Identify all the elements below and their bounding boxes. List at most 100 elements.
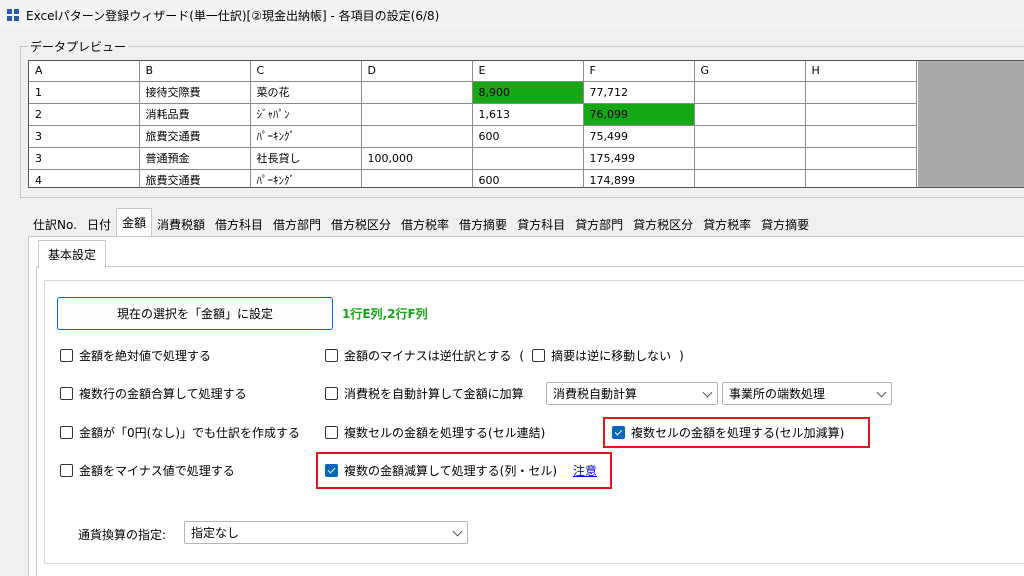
absolute-value-checkbox[interactable]: 金額を絶対値で処理する	[60, 347, 211, 364]
zero-yen-box[interactable]	[60, 426, 73, 439]
no-move-summary-box[interactable]	[532, 349, 546, 362]
tab-item[interactable]: 貸方科目	[512, 212, 570, 236]
grid-cell[interactable]	[805, 169, 917, 187]
multi-subtract-box[interactable]	[325, 464, 338, 477]
note-link[interactable]: 注意	[573, 462, 597, 479]
tab-item[interactable]: 貸方部門	[570, 212, 628, 236]
absolute-value-box[interactable]	[60, 349, 73, 362]
table-row: 3 普通預金 社長貸し 100,000 175,499	[29, 147, 917, 170]
negative-value-box[interactable]	[60, 464, 73, 477]
no-move-summary-label[interactable]: 摘要は逆に移動しない	[551, 347, 671, 364]
grid-cell[interactable]: 消耗品費	[139, 103, 251, 126]
auto-tax-box[interactable]	[325, 387, 338, 400]
tab-item[interactable]: 日付	[82, 212, 116, 236]
column-header[interactable]: B	[139, 61, 251, 82]
grid-cell[interactable]	[694, 103, 806, 126]
tab-item[interactable]: 貸方税区分	[628, 212, 698, 236]
zero-yen-checkbox[interactable]: 金額が「0円(なし)」でも仕訳を作成する	[60, 424, 300, 441]
grid-cell[interactable]: 3	[29, 125, 140, 148]
tab-item[interactable]: 借方税区分	[326, 212, 396, 236]
grid-cell[interactable]: 旅費交通費	[139, 169, 251, 187]
tab-item[interactable]: 借方部門	[268, 212, 326, 236]
tab-item[interactable]: 借方摘要	[454, 212, 512, 236]
grid-cell[interactable]: 4	[29, 169, 140, 187]
grid-header-row: ABCDEFGH	[29, 61, 917, 82]
grid-cell[interactable]: 社長貸し	[250, 147, 362, 170]
tab-item[interactable]: 仕訳No.	[28, 212, 82, 236]
negative-reverse-label[interactable]: 金額のマイナスは逆仕訳とする	[344, 347, 511, 364]
grid-cell[interactable]	[694, 169, 806, 187]
currency-select[interactable]: 指定なし	[184, 521, 468, 544]
column-header[interactable]: G	[694, 61, 806, 82]
tab-item[interactable]: 貸方税率	[698, 212, 756, 236]
multi-subtract-label[interactable]: 複数の金額減算して処理する(列・セル)	[344, 462, 557, 479]
multi-row-sum-checkbox[interactable]: 複数行の金額合算して処理する	[60, 385, 247, 402]
grid-cell[interactable]: 175,499	[583, 147, 695, 170]
auto-tax-label: 消費税を自動計算して金額に加算	[344, 387, 524, 401]
tab-item[interactable]: 借方科目	[210, 212, 268, 236]
grid-cell[interactable]	[805, 125, 917, 148]
grid-cell[interactable]: 接待交際費	[139, 81, 251, 104]
data-preview-grid[interactable]: A B C D E F G H 1 接待交際費 菜の花 8,900 77,712 2 消耗品費 ｼﾞｬﾊﾟﾝ 1…	[28, 60, 1024, 188]
column-header[interactable]: D	[361, 61, 473, 82]
grid-cell[interactable]	[805, 81, 917, 104]
grid-cell[interactable]	[805, 103, 917, 126]
multi-cell-addsub-box[interactable]	[612, 426, 625, 439]
column-header[interactable]: A	[29, 61, 140, 82]
grid-cell[interactable]	[472, 147, 584, 170]
tab-item[interactable]: 貸方摘要	[756, 212, 814, 236]
grid-cell[interactable]	[694, 81, 806, 104]
negative-value-label: 金額をマイナス値で処理する	[79, 464, 235, 478]
column-header[interactable]: C	[250, 61, 362, 82]
grid-cell[interactable]: 77,712	[583, 81, 695, 104]
table-row: 2 消耗品費 ｼﾞｬﾊﾟﾝ 1,613 76,099	[29, 103, 917, 126]
grid-cell[interactable]: 174,899	[583, 169, 695, 187]
column-header[interactable]: H	[805, 61, 917, 82]
chevron-down-icon	[702, 387, 713, 398]
grid-cell[interactable]: 菜の花	[250, 81, 362, 104]
tab-item[interactable]: 消費税額	[152, 212, 210, 236]
grid-cell[interactable]: 1,613	[472, 103, 584, 126]
grid-cell[interactable]: 普通預金	[139, 147, 251, 170]
grid-cell[interactable]	[361, 103, 473, 126]
column-header[interactable]: F	[583, 61, 695, 82]
grid-cell[interactable]: ﾊﾟｰｷﾝｸﾞ	[250, 125, 362, 148]
column-header[interactable]: E	[472, 61, 584, 82]
multi-cell-addsub-checkbox[interactable]: 複数セルの金額を処理する(セル加減算)	[612, 424, 844, 441]
multi-cell-concat-box[interactable]	[325, 426, 338, 439]
grid-cell[interactable]	[694, 125, 806, 148]
selection-info: 1行E列,2行F列	[342, 307, 428, 321]
grid-cell[interactable]	[805, 147, 917, 170]
tax-calc-select[interactable]: 消費税自動計算	[546, 382, 718, 405]
grid-cell[interactable]	[361, 81, 473, 104]
grid-cell[interactable]	[361, 169, 473, 187]
tab-basic-settings[interactable]: 基本設定	[38, 240, 106, 268]
rounding-select[interactable]: 事業所の端数処理	[722, 382, 892, 405]
tab-item[interactable]: 金額	[115, 208, 152, 236]
tab-item[interactable]: 借方税率	[396, 212, 454, 236]
grid-cell[interactable]: 100,000	[361, 147, 473, 170]
grid-cell[interactable]: 76,099	[583, 103, 695, 126]
grid-cell[interactable]	[361, 125, 473, 148]
grid-cell[interactable]: 600	[472, 125, 584, 148]
grid-cell[interactable]: ｼﾞｬﾊﾟﾝ	[250, 103, 362, 126]
grid-cell[interactable]: 1	[29, 81, 140, 104]
multi-cell-concat-label: 複数セルの金額を処理する(セル連結)	[344, 426, 546, 440]
chevron-down-icon	[452, 526, 463, 537]
multi-cell-concat-checkbox[interactable]: 複数セルの金額を処理する(セル連結)	[325, 424, 545, 441]
grid-cell[interactable]: 旅費交通費	[139, 125, 251, 148]
grid-cell[interactable]: 8,900	[472, 81, 584, 104]
grid-cell[interactable]: ﾊﾟｰｷﾝｸﾞ	[250, 169, 362, 187]
negative-value-checkbox[interactable]: 金額をマイナス値で処理する	[60, 462, 235, 479]
grid-cell[interactable]: 600	[472, 169, 584, 187]
set-selection-button[interactable]: 現在の選択を「金額」に設定	[57, 297, 333, 330]
auto-tax-checkbox[interactable]: 消費税を自動計算して金額に加算	[325, 385, 524, 402]
negative-reverse-box[interactable]	[325, 349, 338, 362]
table-row: 4 旅費交通費 ﾊﾟｰｷﾝｸﾞ 600 174,899	[29, 169, 917, 187]
grid-cell[interactable]: 2	[29, 103, 140, 126]
grid-cell[interactable]	[694, 147, 806, 170]
grid-cell[interactable]: 3	[29, 147, 140, 170]
grid-cell[interactable]: 75,499	[583, 125, 695, 148]
currency-label: 通貨換算の指定:	[78, 528, 167, 542]
multi-row-sum-box[interactable]	[60, 387, 73, 400]
